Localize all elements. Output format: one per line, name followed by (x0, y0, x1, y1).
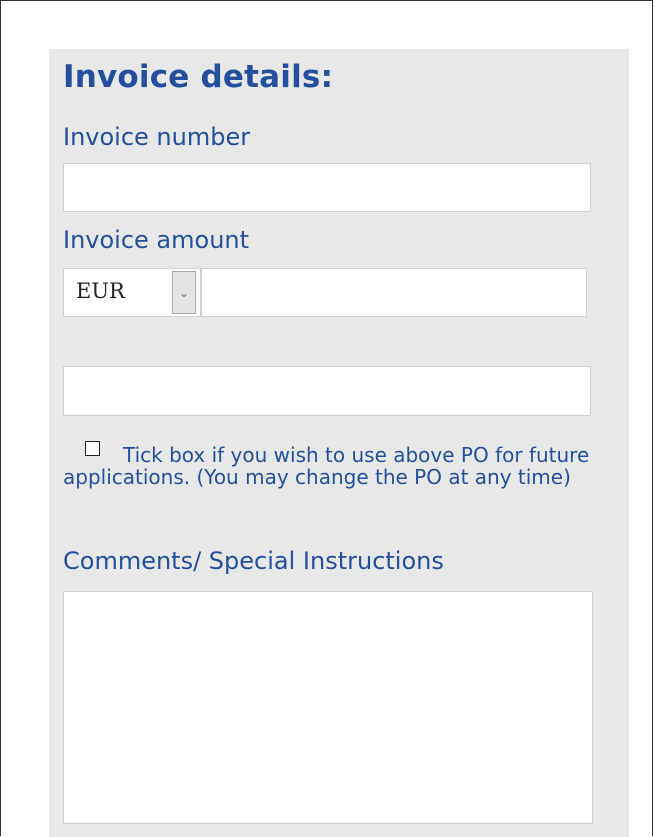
section-title: Invoice details: (63, 59, 334, 95)
comments-textarea[interactable] (63, 591, 593, 824)
currency-selected-value: EUR (76, 279, 125, 303)
chevron-down-icon[interactable]: ⌄ (172, 271, 196, 314)
comments-label: Comments/ Special Instructions (63, 547, 444, 575)
page-frame: Invoice details: Invoice number Invoice … (0, 0, 653, 837)
po-number-input[interactable] (63, 366, 591, 416)
invoice-amount-input[interactable] (201, 268, 587, 317)
po-reuse-text: Tick box if you wish to use above PO for… (63, 443, 590, 489)
currency-select[interactable]: EUR ⌄ (63, 268, 201, 317)
invoice-details-panel: Invoice details: Invoice number Invoice … (49, 49, 629, 837)
invoice-amount-label: Invoice amount (63, 226, 250, 254)
invoice-number-label: Invoice number (63, 123, 251, 151)
invoice-number-input[interactable] (63, 163, 591, 212)
